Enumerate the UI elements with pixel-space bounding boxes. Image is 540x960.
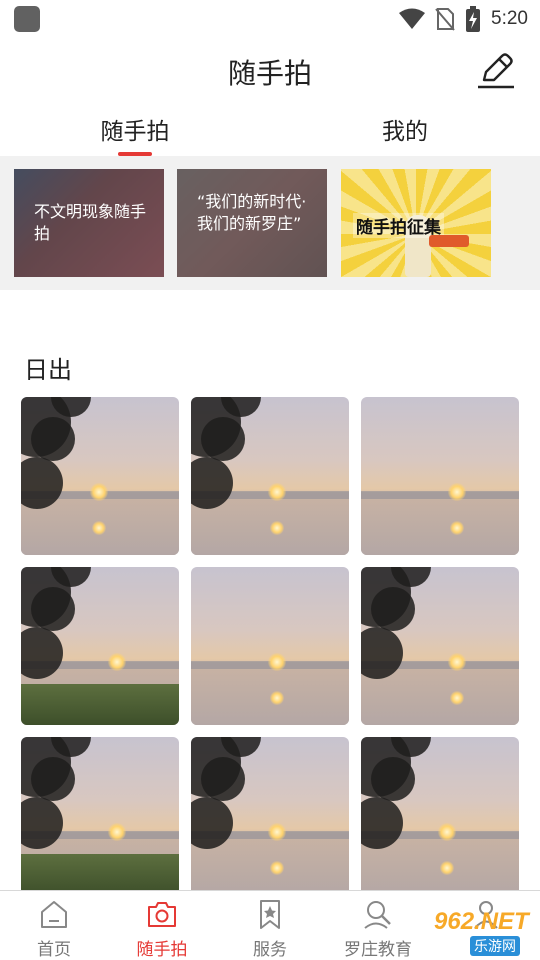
screen: 5:20 随手拍 随手拍 我的 不文明现象随手拍 “我们的新时代·我们的新罗庄”	[0, 0, 540, 960]
nav-label: 服务	[253, 940, 287, 960]
photo-thumbnail[interactable]	[191, 397, 349, 555]
bookmark-star-icon	[260, 900, 280, 929]
app-icon	[14, 6, 40, 32]
home-icon	[41, 901, 67, 928]
banner-card[interactable]: 不文明现象随手拍	[14, 169, 164, 277]
tab-mine[interactable]: 我的	[330, 112, 480, 146]
wifi-icon	[399, 8, 426, 29]
nav-item-suishoupai[interactable]: 随手拍	[108, 897, 216, 960]
edit-button[interactable]	[476, 50, 516, 90]
battery-icon	[466, 6, 481, 32]
search-person-icon	[364, 901, 391, 929]
pencil-icon	[478, 53, 514, 89]
tab-bar: 随手拍 我的	[0, 104, 540, 156]
banner-title: 不文明现象随手拍	[34, 202, 147, 243]
status-time: 5:20	[491, 8, 528, 29]
nav-label: 首页	[37, 940, 71, 960]
camera-icon	[148, 902, 176, 927]
banner-card[interactable]: “我们的新时代·我们的新罗庄”	[177, 169, 327, 277]
banner-card[interactable]: 随手拍征集	[341, 169, 491, 277]
header: 随手拍	[0, 38, 540, 102]
photo-thumbnail[interactable]	[361, 737, 519, 895]
photo-thumbnail[interactable]	[191, 737, 349, 895]
watermark-sub: 乐游网	[470, 936, 520, 956]
watermark-logo: 962.NET 乐游网	[404, 906, 534, 956]
nav-item-home[interactable]: 首页	[0, 897, 108, 960]
photo-thumbnail[interactable]	[191, 567, 349, 725]
nav-item-service[interactable]: 服务	[216, 897, 324, 960]
page-title: 随手拍	[227, 57, 312, 90]
banner-title: “我们的新时代·我们的新罗庄”	[197, 192, 307, 233]
photo-thumbnail[interactable]	[21, 737, 179, 895]
nav-label: 随手拍	[136, 940, 188, 960]
banner-badge	[429, 235, 469, 247]
no-sim-icon	[435, 8, 455, 31]
status-bar: 5:20	[0, 0, 540, 38]
section-title: 日出	[24, 356, 72, 384]
photo-thumbnail[interactable]	[361, 567, 519, 725]
photo-thumbnail[interactable]	[21, 567, 179, 725]
banner-strip: 不文明现象随手拍 “我们的新时代·我们的新罗庄” 随手拍征集	[0, 156, 540, 290]
photo-thumbnail[interactable]	[361, 397, 519, 555]
watermark-text: 962.NET	[434, 908, 529, 935]
photo-thumbnail[interactable]	[21, 397, 179, 555]
tab-suishoupai[interactable]: 随手拍	[60, 112, 210, 146]
status-icons: 5:20	[399, 4, 528, 34]
